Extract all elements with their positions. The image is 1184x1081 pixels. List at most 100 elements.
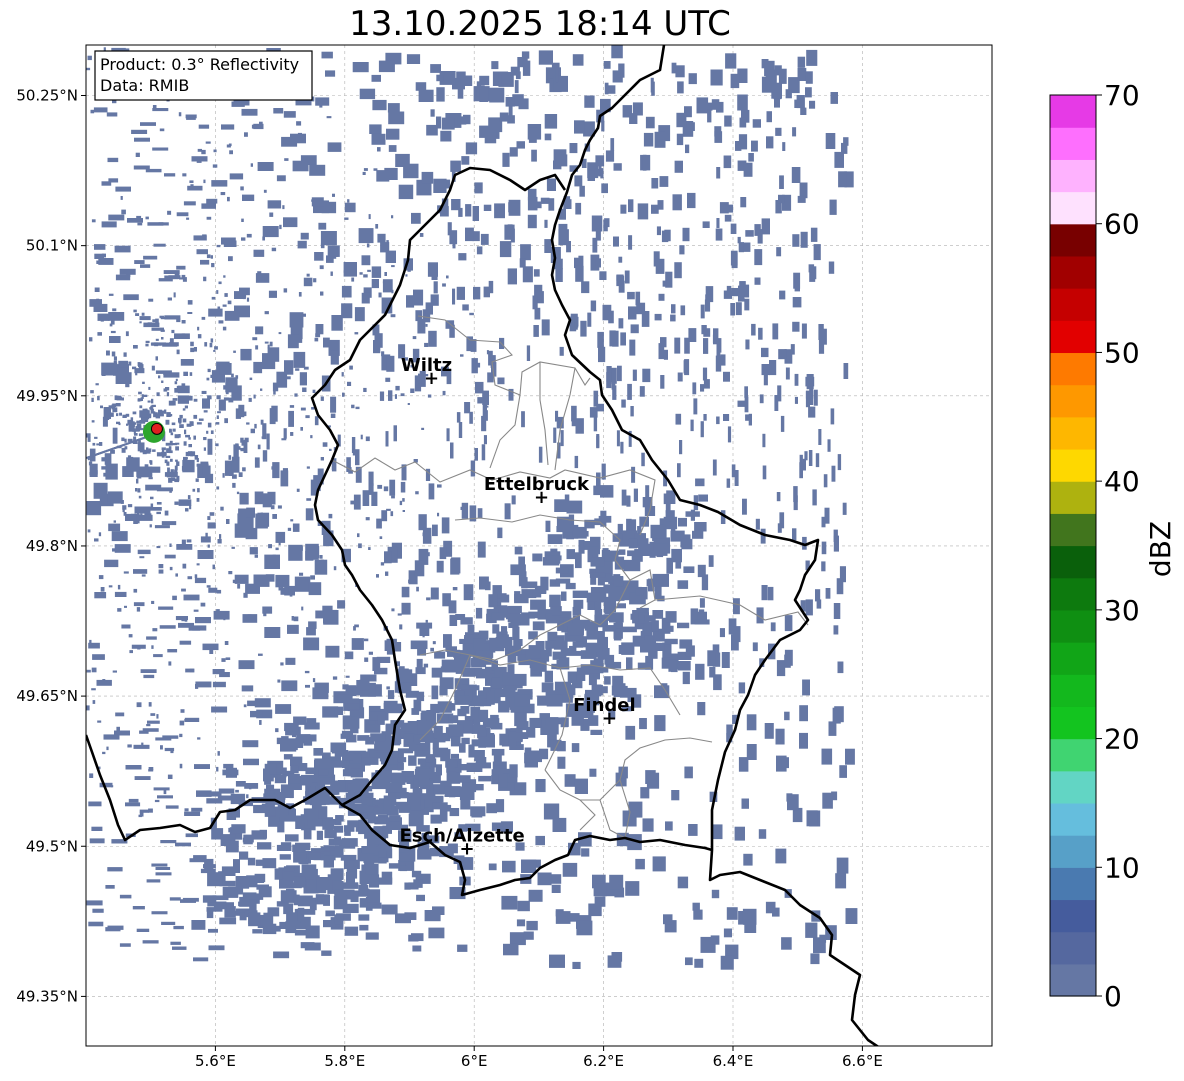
echo-cell xyxy=(268,290,277,298)
echo-cell xyxy=(116,421,120,425)
echo-cell xyxy=(436,116,442,129)
echo-cell xyxy=(294,576,311,592)
echo-cell xyxy=(254,554,258,558)
echo-cell xyxy=(719,628,725,638)
echo-cell xyxy=(416,658,423,672)
echo-cell xyxy=(401,586,410,598)
echo-cell xyxy=(430,587,439,600)
echo-cell xyxy=(277,679,281,683)
echo-cell xyxy=(450,735,461,747)
echo-cell xyxy=(300,407,306,411)
echo-cell xyxy=(113,520,116,523)
echo-cell xyxy=(283,288,288,293)
echo-cell xyxy=(229,173,244,180)
echo-cell xyxy=(206,198,218,204)
echo-cell xyxy=(642,154,647,171)
echo-cell xyxy=(603,625,616,631)
echo-cell xyxy=(721,652,730,668)
echo-cell xyxy=(239,851,249,860)
echo-cell xyxy=(551,884,561,893)
echo-cell xyxy=(133,569,148,574)
echo-cell xyxy=(242,467,246,472)
echo-cell xyxy=(381,871,393,884)
echo-cell xyxy=(677,622,690,629)
echo-cell xyxy=(469,411,473,424)
echo-cell xyxy=(775,848,787,864)
echo-cell xyxy=(228,455,232,460)
echo-cell xyxy=(805,71,813,84)
echo-cell xyxy=(161,521,177,526)
echo-cell xyxy=(762,465,767,480)
echo-cell xyxy=(792,127,797,137)
echo-cell xyxy=(151,398,154,404)
echo-cell xyxy=(169,338,174,343)
echo-cell xyxy=(423,663,429,668)
echo-cell xyxy=(325,70,336,77)
echo-cell xyxy=(210,255,213,259)
echo-cell xyxy=(805,922,818,938)
echo-cell xyxy=(222,473,225,478)
echo-cell xyxy=(228,571,233,575)
echo-cell xyxy=(546,555,562,561)
echo-cell xyxy=(358,884,369,897)
echo-cell xyxy=(675,413,682,425)
echo-cell xyxy=(355,406,360,410)
echo-cell xyxy=(767,586,774,601)
echo-cell xyxy=(641,452,645,467)
echo-cell xyxy=(182,173,187,177)
echo-cell xyxy=(114,245,131,253)
echo-cell xyxy=(223,275,226,278)
echo-cell xyxy=(254,873,266,883)
echo-cell xyxy=(618,63,625,78)
echo-cell xyxy=(151,404,156,407)
echo-cell xyxy=(135,313,140,316)
echo-cell xyxy=(782,142,786,151)
echo-cell xyxy=(427,394,432,398)
echo-cell xyxy=(693,398,698,415)
echo-cell xyxy=(621,399,626,408)
echo-cell xyxy=(347,199,350,203)
echo-cell xyxy=(553,75,568,92)
echo-cell xyxy=(314,559,328,575)
echo-cell xyxy=(292,523,300,532)
echo-cell xyxy=(825,588,831,599)
echo-cell xyxy=(143,674,155,679)
echo-cell xyxy=(385,431,389,447)
echo-cell xyxy=(558,223,568,239)
echo-cell xyxy=(156,511,161,515)
echo-cell xyxy=(537,872,552,886)
echo-cell xyxy=(746,714,757,731)
echo-cell xyxy=(320,291,324,296)
echo-cell xyxy=(471,659,480,666)
echo-cell xyxy=(269,212,274,217)
echo-cell xyxy=(344,926,359,936)
echo-cell xyxy=(241,442,244,446)
echo-cell xyxy=(393,425,397,442)
echo-cell xyxy=(255,273,270,283)
echo-cell xyxy=(604,218,610,228)
echo-cell xyxy=(238,404,245,418)
echo-cell xyxy=(462,678,469,685)
echo-cell xyxy=(365,436,370,442)
echo-cell xyxy=(833,603,841,619)
echo-cell xyxy=(304,670,310,674)
echo-cell xyxy=(514,80,519,94)
echo-cell xyxy=(703,414,707,421)
echo-cell xyxy=(98,258,114,265)
echo-cell xyxy=(221,237,236,245)
echo-cell xyxy=(368,547,371,550)
echo-cell xyxy=(700,304,705,319)
echo-cell xyxy=(344,827,351,836)
echo-cell xyxy=(323,337,330,348)
echo-cell xyxy=(343,262,357,277)
echo-cell xyxy=(552,606,562,616)
echo-cell xyxy=(692,382,697,395)
echo-cell xyxy=(186,539,192,543)
echo-cell xyxy=(452,288,456,305)
echo-cell xyxy=(604,82,609,95)
echo-cell xyxy=(165,805,179,809)
echo-cell xyxy=(572,606,582,616)
echo-cell xyxy=(462,304,469,311)
echo-cell xyxy=(408,743,416,752)
echo-cell xyxy=(278,332,282,335)
